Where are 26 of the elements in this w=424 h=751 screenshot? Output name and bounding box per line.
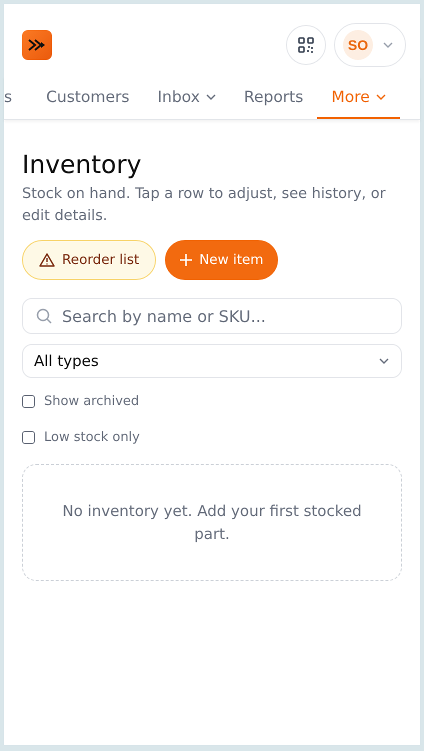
warning-icon: [39, 253, 55, 267]
page-title: Inventory: [22, 150, 142, 179]
nav-tab[interactable]: s: [4, 76, 32, 119]
checkbox-label: Show archived: [44, 394, 140, 408]
reorder-list-button[interactable]: Reorder list: [22, 240, 156, 280]
qr-code-button[interactable]: [286, 25, 326, 65]
chevron-down-icon: [379, 358, 389, 364]
search-field[interactable]: Search by name or SKU...: [22, 298, 402, 334]
chevron-down-icon: [383, 42, 393, 48]
checkbox[interactable]: [22, 430, 35, 444]
new-item-button[interactable]: New item: [165, 240, 278, 280]
search-icon: [36, 308, 52, 324]
avatar: SO: [343, 30, 373, 60]
checkbox[interactable]: [22, 394, 35, 408]
type-dropdown[interactable]: All types: [22, 344, 402, 378]
account-menu-button[interactable]: SO: [334, 23, 406, 67]
nav-tab[interactable]: Reports: [230, 76, 318, 119]
nav-tab[interactable]: Customers: [32, 76, 144, 119]
nav-tab[interactable]: More: [317, 76, 400, 119]
empty-state-message: No inventory yet. Add your first stocked part.: [61, 500, 363, 544]
page-subtitle: Stock on hand. Tap a row to adjust, see history, or edit details.: [22, 185, 387, 226]
checkbox-label: Low stock only: [44, 430, 140, 444]
qr-code-icon: [298, 37, 314, 53]
plus-icon: [180, 254, 192, 266]
logo-icon[interactable]: [22, 30, 52, 60]
nav-tab[interactable]: Inbox: [143, 76, 230, 119]
